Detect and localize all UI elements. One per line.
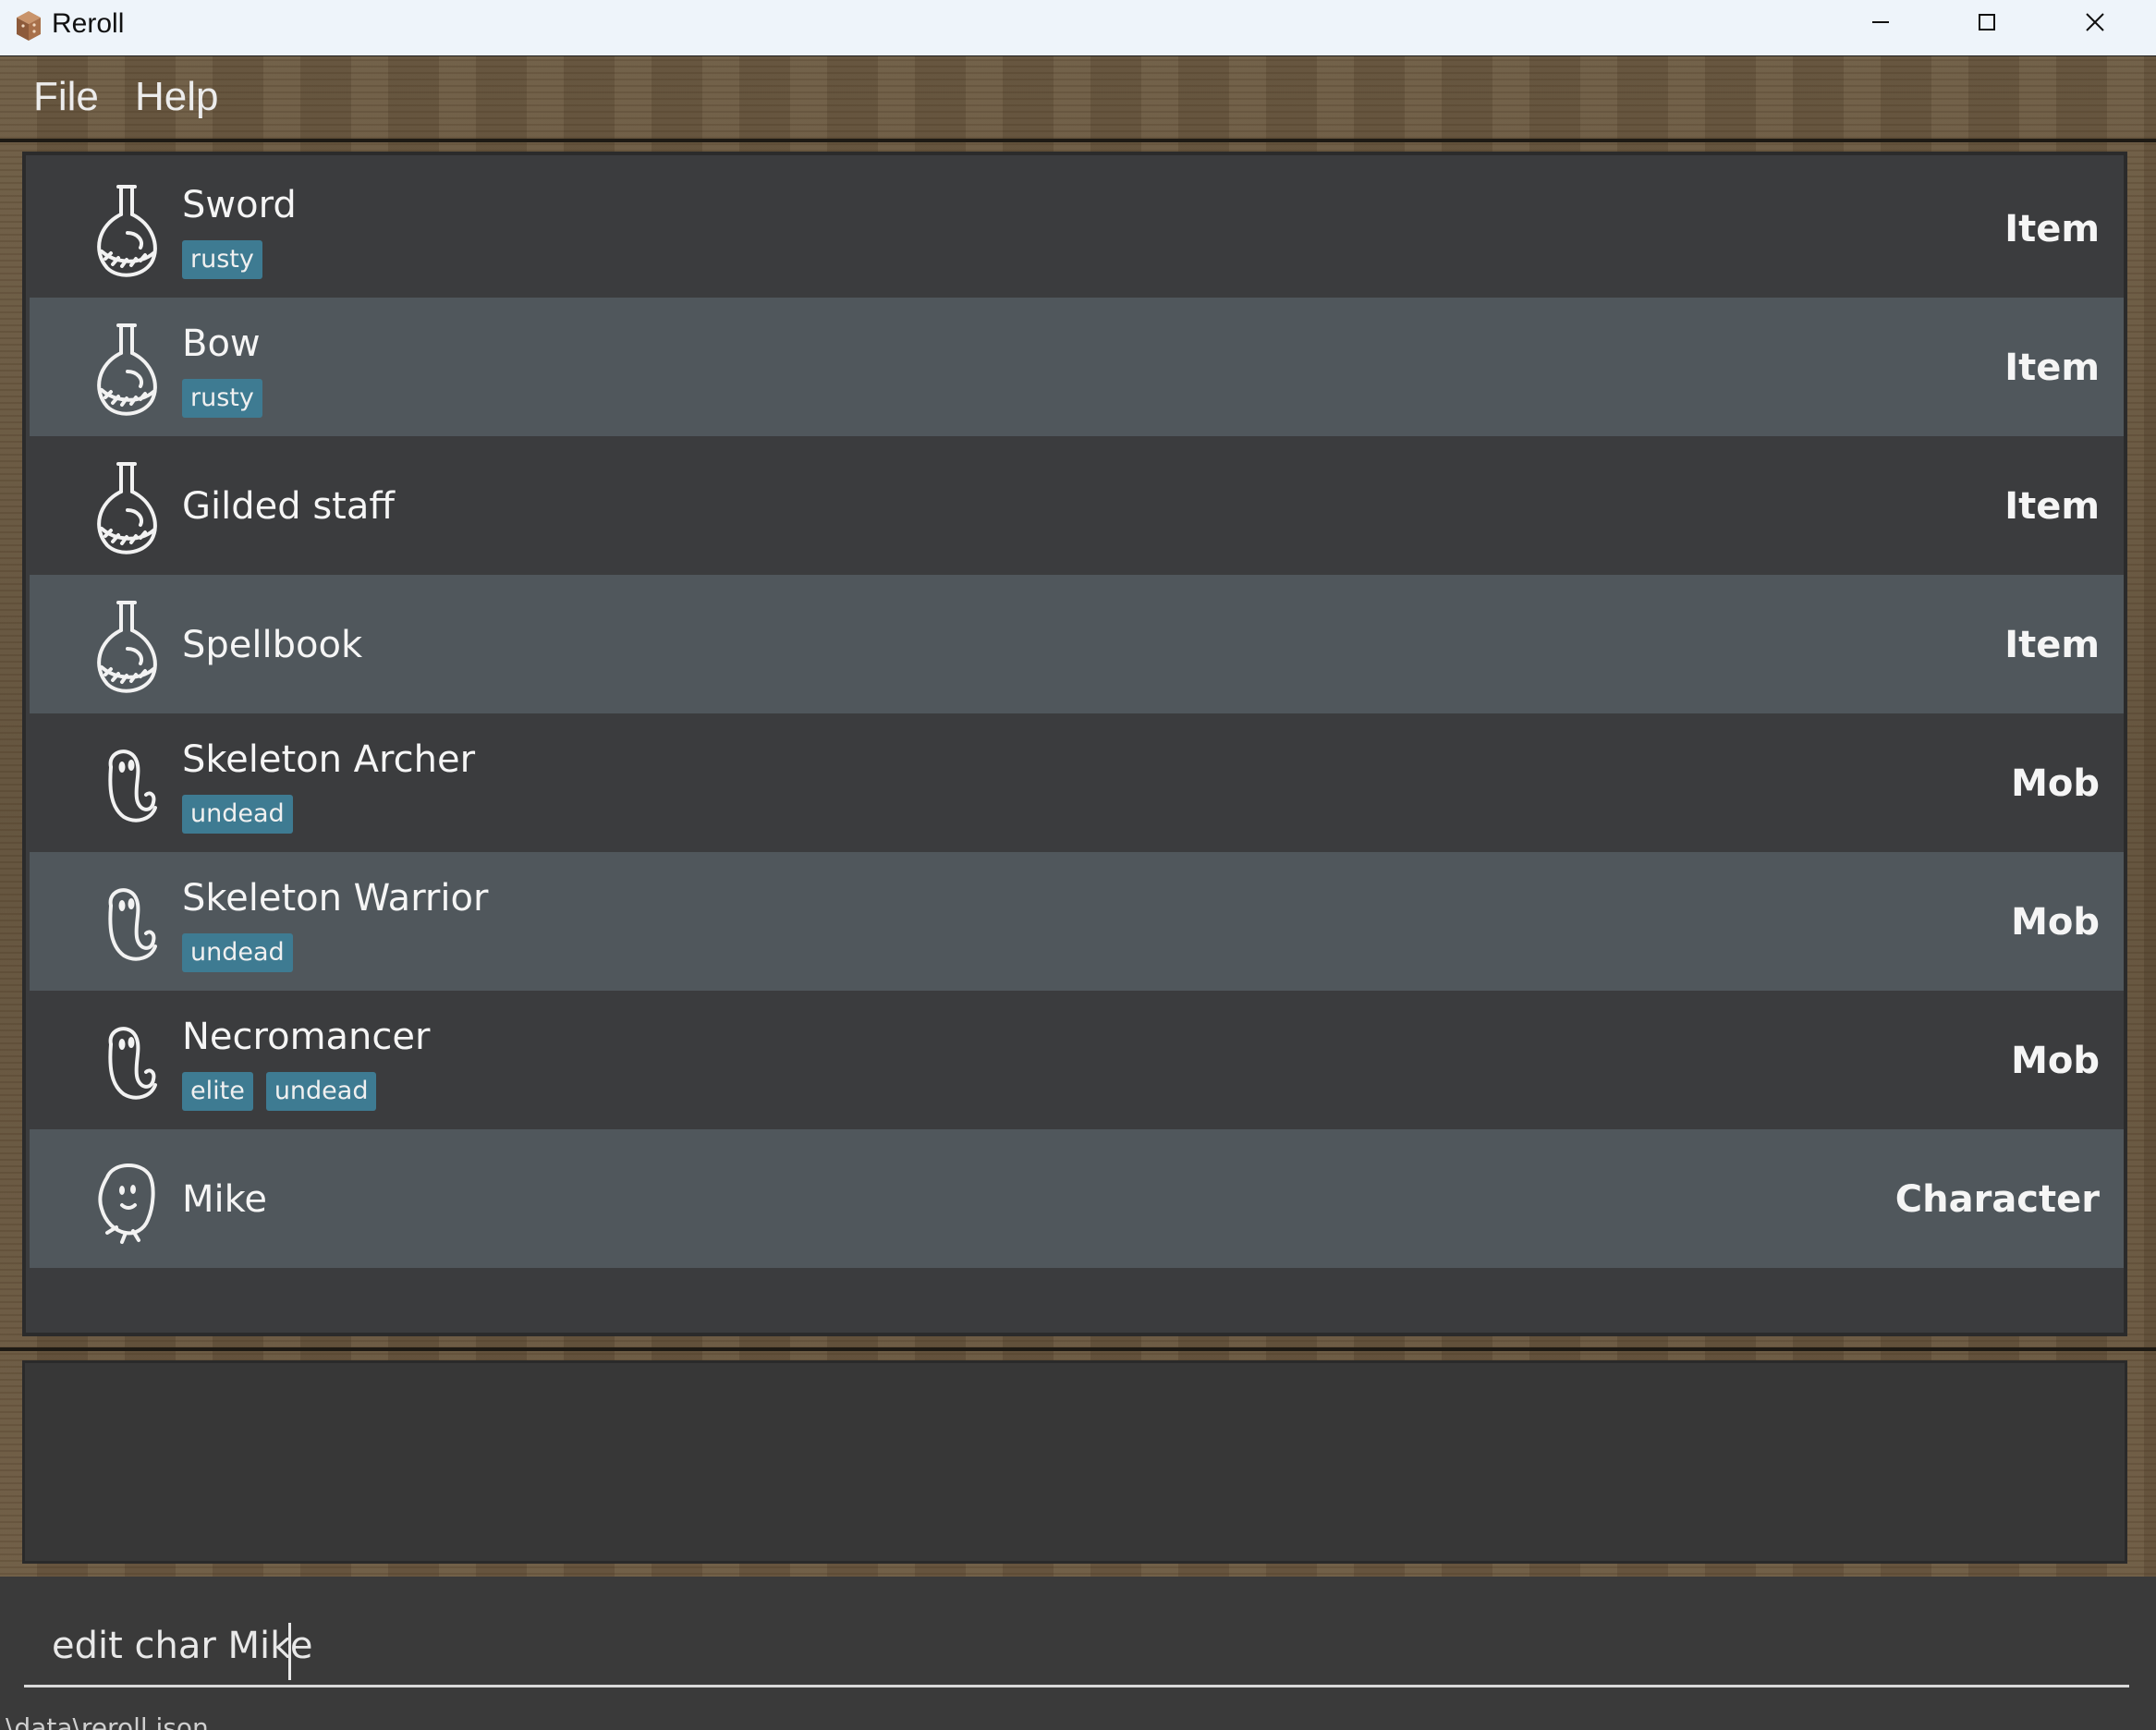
entry-name: Sword — [182, 184, 297, 226]
menu-help[interactable]: Help — [135, 71, 219, 123]
list-item[interactable]: Gilded staff Item — [30, 436, 2124, 575]
close-button[interactable] — [2044, 0, 2146, 44]
result-divider — [0, 1347, 2156, 1351]
menu-bar: File Help — [0, 56, 2156, 141]
tag-badge: undead — [182, 795, 293, 834]
minimize-button[interactable] — [1830, 0, 1931, 44]
tag-list: rusty — [182, 240, 262, 279]
entry-type: Mob — [2011, 762, 2100, 805]
window-title: Reroll — [52, 8, 125, 39]
entry-name: Skeleton Archer — [182, 738, 476, 781]
entry-type: Mob — [2011, 1040, 2100, 1082]
tag-badge: undead — [265, 1072, 377, 1111]
tag-list: elite undead — [182, 1072, 377, 1111]
minimize-icon — [1872, 21, 1889, 23]
status-bar: \data\reroll.json — [0, 1708, 2156, 1730]
maximize-icon — [1979, 14, 1995, 30]
entry-type: Mob — [2011, 901, 2100, 944]
list-item[interactable]: Necromancer elite undead Mob — [30, 991, 2124, 1129]
entity-list[interactable]: Sword rusty Item Bow rusty Item Gilded s… — [22, 152, 2127, 1336]
potion-icon — [97, 323, 157, 416]
maximize-button[interactable] — [1936, 0, 2038, 44]
character-icon — [98, 1163, 155, 1244]
app-logo-icon — [17, 11, 41, 41]
list-item[interactable]: Bow rusty Item — [30, 298, 2124, 436]
close-icon — [2086, 13, 2104, 31]
entry-type: Character — [1894, 1178, 2100, 1221]
entry-type: Item — [2004, 208, 2100, 250]
entry-name: Skeleton Warrior — [182, 877, 489, 920]
entry-name: Gilded staff — [182, 485, 395, 528]
save-path: \data\reroll.json — [6, 1712, 209, 1730]
list-item[interactable]: Sword rusty Item — [30, 159, 2124, 298]
tag-badge: rusty — [182, 379, 262, 418]
tag-badge: rusty — [182, 240, 262, 279]
entry-name: Spellbook — [182, 624, 363, 666]
entry-type: Item — [2004, 347, 2100, 389]
app-window: Reroll File Help Sword rusty Item Bow ru… — [0, 0, 2156, 1730]
entry-name: Necromancer — [182, 1016, 431, 1058]
entry-type: Item — [2004, 624, 2100, 666]
ghost-icon — [108, 1027, 157, 1100]
command-input[interactable] — [24, 1606, 2129, 1687]
entry-name: Bow — [182, 323, 261, 365]
list-item[interactable]: Mike Character — [30, 1129, 2124, 1268]
title-bar[interactable]: Reroll — [0, 0, 2156, 56]
ghost-icon — [108, 888, 157, 961]
potion-icon — [97, 601, 157, 693]
tag-list: undead — [182, 933, 293, 972]
menu-file[interactable]: File — [33, 71, 99, 123]
result-display — [22, 1360, 2127, 1564]
entry-name: Mike — [182, 1178, 267, 1221]
potion-icon — [97, 462, 157, 554]
potion-icon — [97, 185, 157, 277]
text-caret — [288, 1623, 291, 1680]
tag-badge: elite — [182, 1072, 253, 1111]
entry-type: Item — [2004, 485, 2100, 528]
list-item[interactable]: Skeleton Warrior undead Mob — [30, 852, 2124, 991]
tag-badge: undead — [182, 933, 293, 972]
tag-list: undead — [182, 795, 293, 834]
list-item[interactable]: Spellbook Item — [30, 575, 2124, 713]
ghost-icon — [108, 749, 157, 822]
menu-divider — [0, 139, 2156, 142]
tag-list: rusty — [182, 379, 262, 418]
list-item[interactable]: Skeleton Archer undead Mob — [30, 713, 2124, 852]
